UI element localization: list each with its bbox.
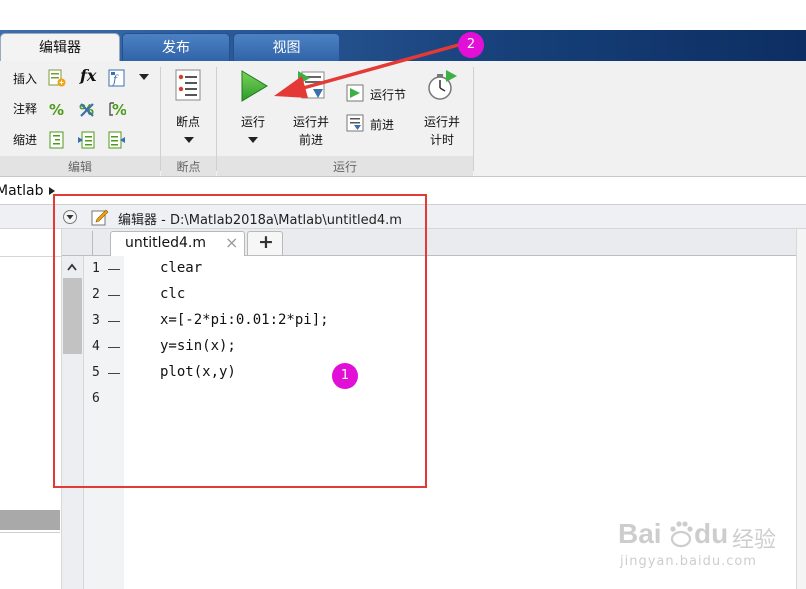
group-divider bbox=[473, 67, 474, 171]
highlight-box bbox=[53, 194, 427, 488]
insert-section-icon[interactable] bbox=[48, 69, 66, 87]
top-margin bbox=[0, 0, 806, 30]
paw-logo-icon bbox=[670, 521, 693, 548]
annotation-badge-1: 1 bbox=[332, 363, 358, 389]
watermark-cn: 经验 bbox=[732, 528, 777, 553]
run-advance-label-1[interactable]: 运行并 bbox=[293, 113, 329, 130]
watermark-brand: Bai bbox=[618, 518, 662, 549]
run-group-label: 运行 bbox=[332, 160, 357, 174]
comment-percent-icon[interactable]: % bbox=[48, 100, 66, 118]
tab-editor[interactable]: 编辑器 bbox=[0, 33, 120, 62]
panel-divider bbox=[0, 532, 60, 533]
right-scroll-edge[interactable] bbox=[796, 229, 806, 589]
insert-function-icon[interactable]: f bbox=[108, 69, 126, 87]
decrease-indent-icon[interactable] bbox=[108, 131, 126, 149]
uncomment-icon[interactable]: % bbox=[78, 100, 96, 118]
run-and-time-label-1[interactable]: 运行并 bbox=[424, 113, 460, 130]
insert-label: 插入 bbox=[13, 72, 38, 86]
run-dropdown-icon[interactable] bbox=[247, 135, 259, 145]
advance-label[interactable]: 前进 bbox=[370, 116, 394, 133]
breakpoint-icon[interactable] bbox=[172, 69, 204, 101]
comment-label: 注释 bbox=[13, 102, 38, 116]
increase-indent-icon[interactable] bbox=[78, 131, 96, 149]
breakpoint-group-label: 断点 bbox=[176, 160, 201, 174]
selected-file-row[interactable] bbox=[0, 510, 60, 530]
dropdown-arrow-icon[interactable] bbox=[138, 72, 150, 82]
tab-publish[interactable]: 发布 bbox=[122, 33, 230, 62]
edit-group-label: 编辑 bbox=[67, 160, 92, 174]
annotation-arrow bbox=[274, 42, 464, 98]
wrap-comment-icon[interactable]: % bbox=[108, 100, 126, 118]
svg-text:%: % bbox=[49, 101, 64, 118]
smart-indent-icon[interactable] bbox=[48, 131, 66, 149]
watermark-brand-du: du bbox=[694, 518, 729, 549]
watermark-url: jingyan.baidu.com bbox=[620, 554, 757, 569]
run-label[interactable]: 运行 bbox=[241, 113, 265, 130]
baidu-watermark: Bai du 经验 jingyan.baidu.com bbox=[614, 516, 794, 576]
run-and-time-label-2[interactable]: 计时 bbox=[430, 131, 454, 148]
fx-icon[interactable]: fx bbox=[80, 66, 96, 85]
breadcrumb-folder[interactable]: Matlab bbox=[0, 183, 44, 199]
breakpoint-label[interactable]: 断点 bbox=[176, 113, 200, 130]
run-advance-label-2[interactable]: 前进 bbox=[299, 131, 323, 148]
breakpoint-dropdown-icon[interactable] bbox=[183, 135, 195, 145]
svg-text:%: % bbox=[112, 101, 126, 118]
indent-label: 缩进 bbox=[13, 133, 38, 147]
annotation-badge-2: 2 bbox=[458, 32, 484, 58]
advance-icon[interactable] bbox=[346, 114, 364, 132]
